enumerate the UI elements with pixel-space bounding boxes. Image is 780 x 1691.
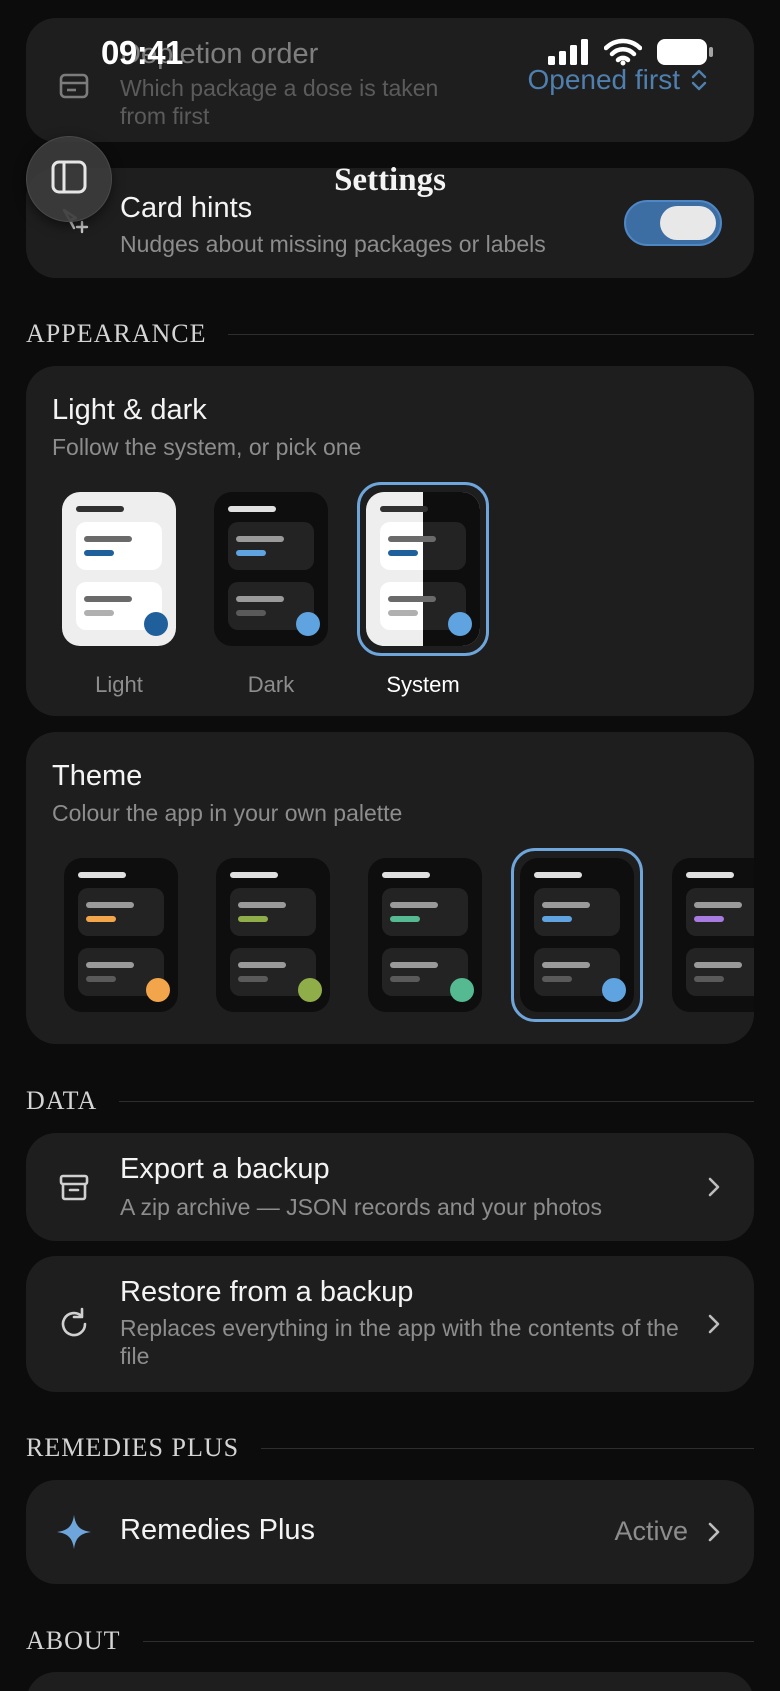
divider bbox=[119, 1100, 754, 1102]
about-header-label: ABOUT bbox=[26, 1626, 121, 1655]
theme-preview bbox=[64, 858, 178, 1012]
theme-swatch-option[interactable] bbox=[672, 858, 754, 1012]
remedies-plus-title: Remedies Plus bbox=[120, 1514, 316, 1546]
toggle-knob bbox=[660, 206, 716, 240]
export-backup-subtitle: A zip archive — JSON records and your ph… bbox=[120, 1194, 602, 1220]
theme-swatch-option[interactable] bbox=[64, 858, 178, 1012]
status-icons bbox=[548, 38, 714, 71]
theme-swatch-option[interactable] bbox=[368, 858, 482, 1012]
light-dark-card: Light & dark Follow the system, or pick … bbox=[26, 366, 754, 716]
battery-icon bbox=[656, 38, 714, 71]
export-backup-title: Export a backup bbox=[120, 1153, 330, 1185]
about-card[interactable] bbox=[26, 1672, 754, 1691]
chevron-right-icon bbox=[706, 1312, 722, 1336]
about-section-header: ABOUT bbox=[26, 1626, 754, 1656]
chevron-right-icon bbox=[706, 1520, 722, 1544]
mode-label-light: Light bbox=[95, 672, 143, 697]
system-preview bbox=[366, 492, 480, 646]
export-backup-row[interactable]: Export a backup A zip archive — JSON rec… bbox=[26, 1133, 754, 1241]
package-icon bbox=[54, 66, 94, 106]
card-hints-toggle[interactable] bbox=[624, 200, 722, 246]
chevron-right-icon bbox=[706, 1175, 722, 1199]
dark-preview bbox=[214, 492, 328, 646]
divider bbox=[142, 1640, 754, 1642]
mode-option-light[interactable]: Light bbox=[59, 492, 179, 702]
light-preview bbox=[62, 492, 176, 646]
theme-swatch-row bbox=[26, 848, 754, 1028]
theme-swatch-option[interactable] bbox=[511, 848, 643, 1022]
remedies-plus-section-header: REMEDIES PLUS bbox=[26, 1433, 754, 1463]
divider bbox=[228, 333, 754, 335]
theme-preview bbox=[368, 858, 482, 1012]
theme-title: Theme bbox=[52, 760, 143, 792]
mode-option-dark[interactable]: Dark bbox=[211, 492, 331, 702]
archive-box-icon bbox=[54, 1167, 94, 1207]
theme-card: Theme Colour the app in your own palette bbox=[26, 732, 754, 1044]
appearance-section-header: APPEARANCE bbox=[26, 319, 754, 349]
theme-preview bbox=[216, 858, 330, 1012]
status-time: 09:41 bbox=[101, 34, 183, 71]
mode-option-system[interactable]: System bbox=[357, 482, 489, 702]
theme-preview bbox=[520, 858, 634, 1012]
sparkle-icon bbox=[54, 1512, 94, 1552]
settings-screen: Depletion order Which package a dose is … bbox=[0, 0, 780, 1691]
page-title: Settings bbox=[334, 162, 446, 198]
light-dark-subtitle: Follow the system, or pick one bbox=[52, 434, 362, 460]
theme-preview bbox=[672, 858, 754, 1012]
cellular-signal-icon bbox=[548, 39, 590, 70]
data-header-label: DATA bbox=[26, 1086, 98, 1115]
card-hints-subtitle: Nudges about missing packages or labels bbox=[120, 231, 546, 257]
remedies-plus-header-label: REMEDIES PLUS bbox=[26, 1433, 240, 1462]
mode-label-system: System bbox=[386, 672, 460, 697]
theme-swatch-option[interactable] bbox=[216, 858, 330, 1012]
mode-label-dark: Dark bbox=[247, 672, 295, 697]
restore-backup-title: Restore from a backup bbox=[120, 1276, 414, 1308]
refresh-icon bbox=[54, 1304, 94, 1344]
appearance-header-label: APPEARANCE bbox=[26, 319, 207, 348]
data-section-header: DATA bbox=[26, 1086, 754, 1116]
wifi-icon bbox=[603, 38, 643, 71]
remedies-plus-status: Active bbox=[614, 1516, 688, 1546]
divider bbox=[261, 1447, 754, 1449]
depletion-order-subtitle: Which package a dose is taken from first bbox=[120, 75, 439, 129]
remedies-plus-row[interactable]: Remedies Plus Active bbox=[26, 1480, 754, 1584]
light-dark-title: Light & dark bbox=[52, 394, 207, 426]
restore-backup-subtitle: Replaces everything in the app with the … bbox=[120, 1315, 679, 1369]
restore-backup-row[interactable]: Restore from a backup Replaces everythin… bbox=[26, 1256, 754, 1392]
theme-subtitle: Colour the app in your own palette bbox=[52, 800, 403, 826]
